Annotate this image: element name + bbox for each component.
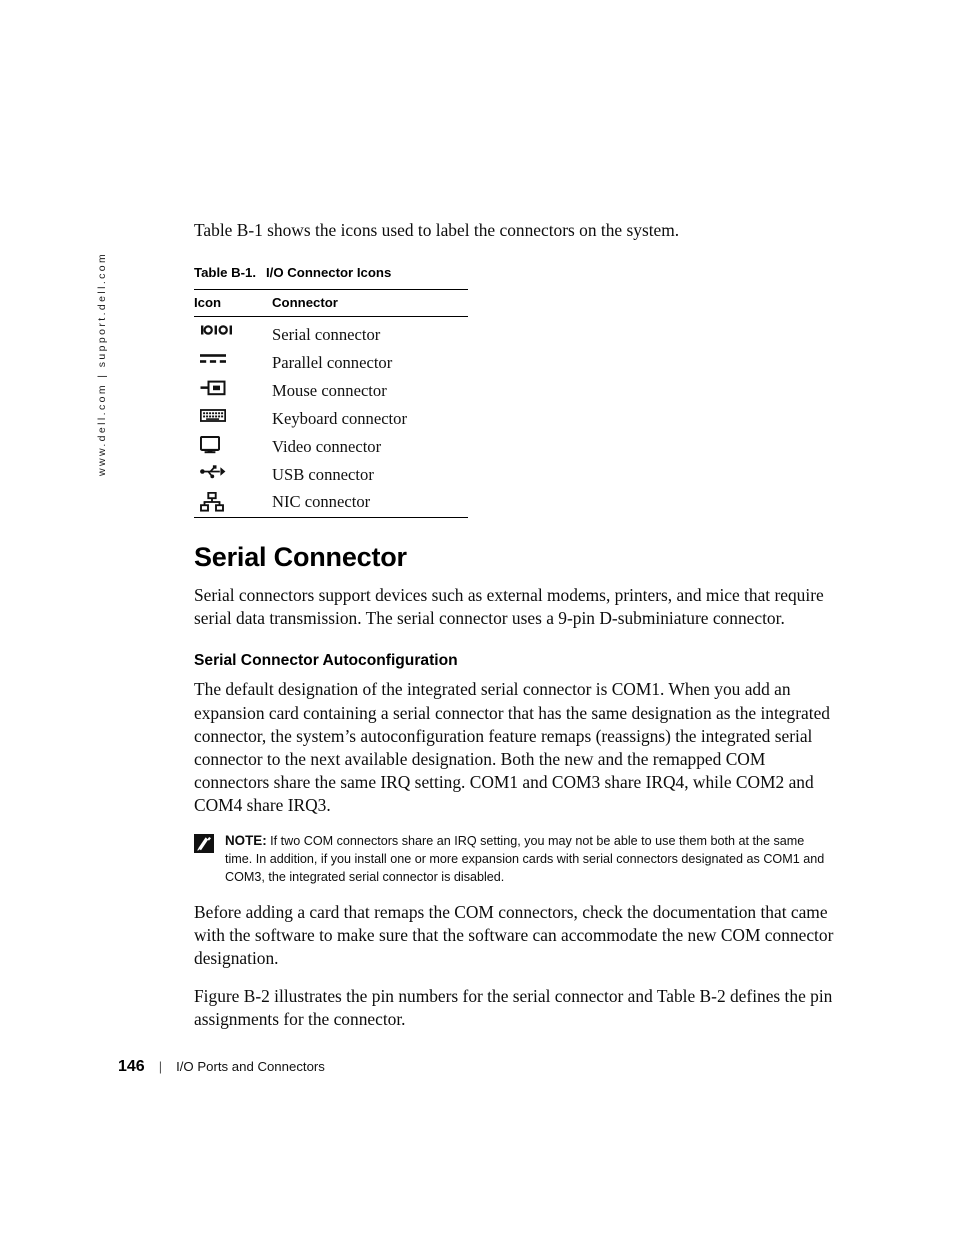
icon-cell — [194, 489, 272, 519]
table-caption-title: I/O Connector Icons — [266, 265, 392, 281]
footer-separator: | — [158, 1059, 163, 1074]
table-header-row: Icon Connector — [194, 289, 468, 318]
table-row: Keyboard connector — [194, 405, 468, 433]
table-row: USB connector — [194, 461, 468, 489]
table-caption: Table B-1. I/O Connector Icons — [194, 265, 834, 280]
column-header-connector: Connector — [272, 289, 468, 318]
table-row: Video connector — [194, 433, 468, 461]
page-content: Table B-1 shows the icons used to label … — [194, 0, 834, 1047]
note-text: NOTE: If two COM connectors share an IRQ… — [225, 831, 834, 887]
connector-label: Parallel connector — [272, 353, 393, 373]
note-label: NOTE: — [225, 833, 267, 849]
icon-cell — [194, 377, 272, 405]
column-header-icon: Icon — [194, 289, 272, 318]
footer-chapter-title: I/O Ports and Connectors — [176, 1059, 325, 1074]
keyboard-connector-icon — [200, 408, 272, 430]
after-note-paragraph-1: Before adding a card that remaps the COM… — [194, 901, 834, 969]
connector-label: Video connector — [272, 437, 382, 457]
subsection-heading: Serial Connector Autoconfiguration — [194, 652, 458, 670]
table-row: Parallel connector — [194, 349, 468, 377]
icon-cell — [194, 461, 272, 489]
note-body: If two COM connectors share an IRQ setti… — [225, 834, 825, 885]
parallel-connector-icon — [200, 352, 272, 374]
icon-cell — [194, 317, 272, 350]
video-connector-icon — [200, 436, 272, 458]
mouse-connector-icon — [200, 380, 272, 402]
serial-connector-icon — [200, 324, 272, 346]
page-title: Serial Connector — [194, 542, 407, 573]
section-paragraph: Serial connectors support devices such a… — [194, 585, 824, 629]
nic-connector-icon — [200, 492, 272, 512]
icon-cell — [194, 405, 272, 433]
table-row: NIC connector — [194, 489, 468, 519]
connector-label: USB connector — [272, 465, 374, 485]
connector-label: Serial connector — [272, 325, 381, 345]
intro-paragraph: Table B-1 shows the icons used to label … — [194, 220, 680, 240]
icon-cell — [194, 433, 272, 461]
note-pencil-icon — [194, 834, 214, 854]
note-block: NOTE: If two COM connectors share an IRQ… — [194, 831, 834, 887]
side-margin-url: www.dell.com | support.dell.com — [76, 218, 108, 478]
footer-page-number: 146 — [118, 1058, 145, 1075]
page-footer: 146 | I/O Ports and Connectors — [118, 1058, 325, 1076]
io-connector-icons-table: Icon Connector Serial connector Parallel… — [194, 289, 468, 519]
table-row: Mouse connector — [194, 377, 468, 405]
side-margin-url-text: www.dell.com | support.dell.com — [96, 251, 108, 476]
connector-label: NIC connector — [272, 489, 468, 519]
subsection-paragraph: The default designation of the integrate… — [194, 679, 830, 816]
usb-connector-icon — [200, 464, 272, 486]
connector-label: Mouse connector — [272, 381, 387, 401]
table-caption-number: Table B-1. — [194, 265, 257, 281]
table-row: Serial connector — [194, 317, 468, 350]
after-note-paragraph-2: Figure B-2 illustrates the pin numbers f… — [194, 986, 833, 1030]
connector-label: Keyboard connector — [272, 409, 407, 429]
icon-cell — [194, 349, 272, 377]
